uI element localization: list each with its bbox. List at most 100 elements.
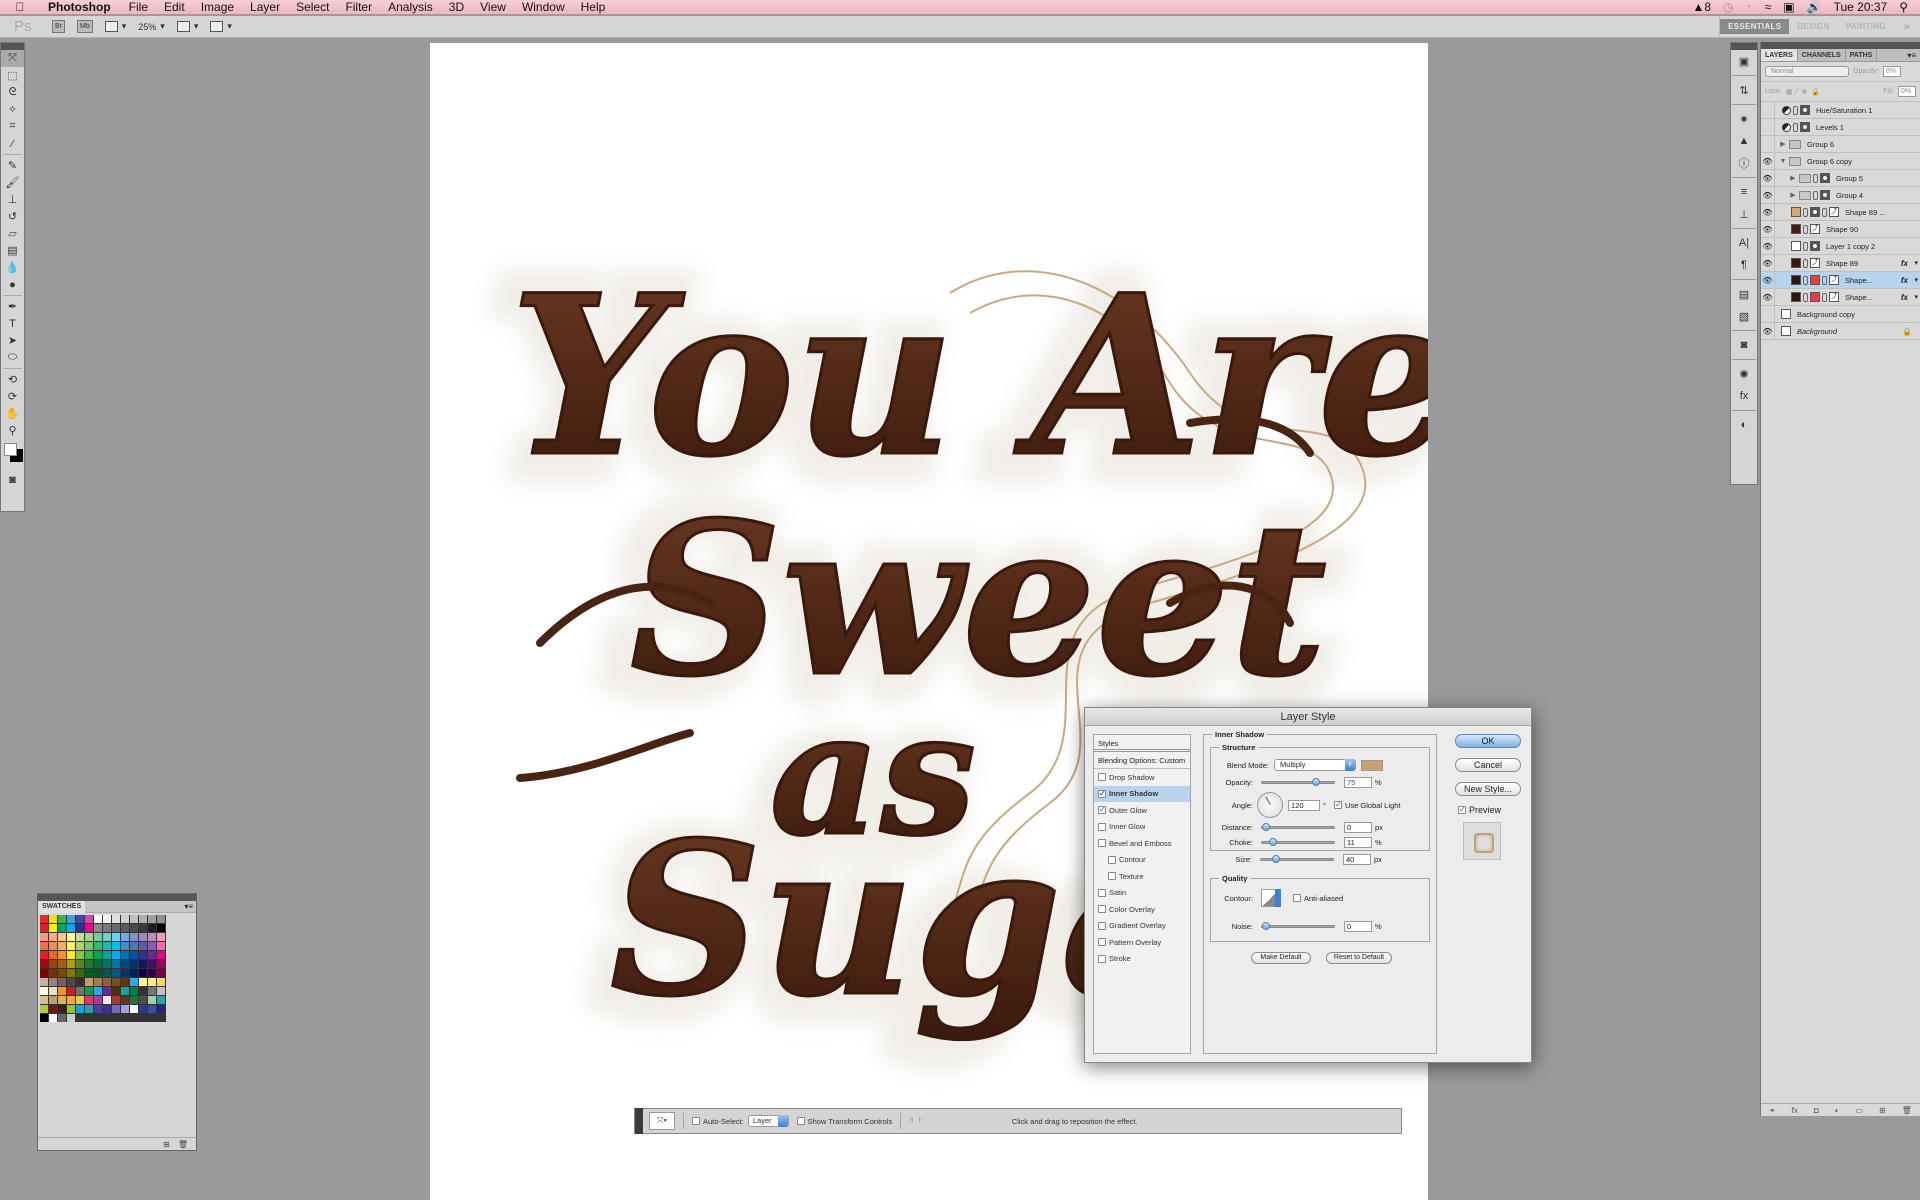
swatch[interactable] [49, 933, 57, 941]
swatch[interactable] [139, 960, 147, 968]
input-menu-icon[interactable]: ▣ [1783, 0, 1794, 14]
menu-filter[interactable]: Filter [337, 0, 380, 14]
arrange-documents-dropdown[interactable]: ▾ [176, 21, 198, 32]
swatch[interactable] [157, 942, 165, 950]
swatch[interactable] [130, 942, 138, 950]
swatch[interactable] [49, 978, 57, 986]
swatch[interactable] [76, 942, 84, 950]
swatch[interactable] [103, 915, 111, 923]
layer-row[interactable]: 👁 ▼ Group 6 copy [1761, 152, 1920, 170]
paragraph-icon[interactable]: ¶ [1731, 254, 1757, 276]
choke-slider[interactable] [1261, 838, 1335, 846]
volume-icon[interactable]: 🔊 [1807, 0, 1822, 14]
view-extras-dropdown[interactable]: ▾ [104, 21, 126, 32]
link-icon[interactable] [1793, 105, 1798, 115]
menu-app-name[interactable]: Photoshop [40, 0, 121, 14]
style-item-inner-glow[interactable]: Inner Glow [1094, 819, 1190, 836]
swatch[interactable] [139, 915, 147, 923]
link-icon[interactable] [1813, 173, 1818, 183]
masks-icon[interactable]: ◙ [1731, 334, 1757, 356]
dock-header[interactable] [1731, 43, 1757, 50]
swatch[interactable] [40, 960, 48, 968]
eye-icon[interactable]: 👁 [1761, 322, 1775, 340]
swatch[interactable] [103, 987, 111, 995]
layer-mask-thumbnail[interactable] [1810, 207, 1820, 217]
swatch[interactable] [85, 924, 93, 932]
swatch[interactable] [58, 960, 66, 968]
make-default-button[interactable]: Make Default [1251, 952, 1311, 964]
new-adjustment-icon[interactable]: ◐ [1835, 1106, 1840, 1115]
eye-icon[interactable]: 👁 [1761, 254, 1775, 272]
zoom-tool-icon[interactable]: ⚲ [1, 422, 24, 439]
swatch[interactable] [85, 1005, 93, 1013]
disabled-mask-thumbnail[interactable] [1810, 275, 1820, 285]
tab-swatches[interactable]: SWATCHES [38, 900, 86, 913]
info-icon[interactable]: ⓘ [1731, 152, 1757, 174]
swatch[interactable] [112, 915, 120, 923]
swatch[interactable] [130, 915, 138, 923]
menu-layer[interactable]: Layer [242, 0, 288, 14]
style-checkbox[interactable] [1098, 888, 1106, 897]
link-icon[interactable] [1793, 122, 1798, 132]
shape-color-thumbnail[interactable] [1791, 207, 1801, 217]
swatch[interactable] [85, 915, 93, 923]
swatch[interactable] [40, 978, 48, 986]
shape-color-thumbnail[interactable] [1791, 224, 1801, 234]
style-checkbox[interactable] [1098, 954, 1106, 963]
expand-effects-icon[interactable]: ▾ [1914, 293, 1918, 301]
swatch[interactable] [139, 951, 147, 959]
swatch[interactable] [76, 960, 84, 968]
layer-thumbnail[interactable] [1781, 326, 1791, 336]
swatch[interactable] [85, 942, 93, 950]
align-top-icon[interactable]: ⫪ [909, 1116, 913, 1126]
swatch[interactable] [67, 969, 75, 977]
link-layers-icon[interactable]: ⚭ [1769, 1106, 1776, 1115]
swatch[interactable] [121, 924, 129, 932]
swatch[interactable] [157, 924, 165, 932]
style-checkbox[interactable] [1098, 905, 1106, 914]
swatch[interactable] [130, 987, 138, 995]
swatch[interactable] [49, 987, 57, 995]
shape-color-thumbnail[interactable] [1791, 258, 1801, 268]
swatch[interactable] [130, 960, 138, 968]
styles-header[interactable]: Styles [1094, 735, 1190, 752]
style-item-bevel-and-emboss[interactable]: Bevel and Emboss [1094, 835, 1190, 852]
marquee-tool-icon[interactable]: ⬚ [1, 67, 24, 84]
choke-input[interactable]: 11 [1344, 837, 1372, 848]
swatch[interactable] [40, 987, 48, 995]
eye-icon[interactable]: 👁 [1761, 203, 1775, 221]
panel-menu-icon[interactable]: ▾≡ [1907, 49, 1920, 61]
swatch[interactable] [49, 1005, 57, 1013]
swatch[interactable] [76, 933, 84, 941]
style-checkbox[interactable] [1098, 773, 1106, 782]
layer-row[interactable]: Levels 1 [1761, 118, 1920, 136]
swatch[interactable] [76, 924, 84, 932]
swatch[interactable] [130, 951, 138, 959]
eraser-tool-icon[interactable]: ▱ [1, 225, 24, 242]
swatch[interactable] [157, 960, 165, 968]
swatch[interactable] [130, 1005, 138, 1013]
swatch[interactable] [94, 924, 102, 932]
mini-bridge-icon[interactable]: ▣ [1731, 50, 1757, 72]
tool-preset-picker[interactable]: ⤧▾ [649, 1112, 675, 1130]
swatch[interactable] [76, 915, 84, 923]
swatch[interactable] [148, 987, 156, 995]
swatch[interactable] [67, 987, 75, 995]
use-global-light-checkbox[interactable]: ✓ [1334, 801, 1342, 809]
layer-fill-input[interactable]: 0% [1898, 86, 1916, 97]
swatch[interactable] [40, 1014, 48, 1022]
swatch[interactable] [139, 942, 147, 950]
swatch[interactable] [40, 942, 48, 950]
brush-tool-icon[interactable]: 🖌 [1, 174, 24, 191]
swatch[interactable] [85, 933, 93, 941]
gradient-tool-icon[interactable]: ▤ [1, 242, 24, 259]
history-icon[interactable]: ⇅ [1731, 79, 1757, 101]
layer-row[interactable]: 👁 ⤴ Shape 90 [1761, 220, 1920, 238]
delete-layer-icon[interactable]: 🗑 [1902, 1106, 1912, 1115]
swatch[interactable] [103, 969, 111, 977]
swatch[interactable] [58, 951, 66, 959]
swatch[interactable] [58, 987, 66, 995]
link-icon[interactable] [1822, 275, 1827, 285]
swatch[interactable] [76, 987, 84, 995]
type-tool-icon[interactable]: T [1, 315, 24, 332]
